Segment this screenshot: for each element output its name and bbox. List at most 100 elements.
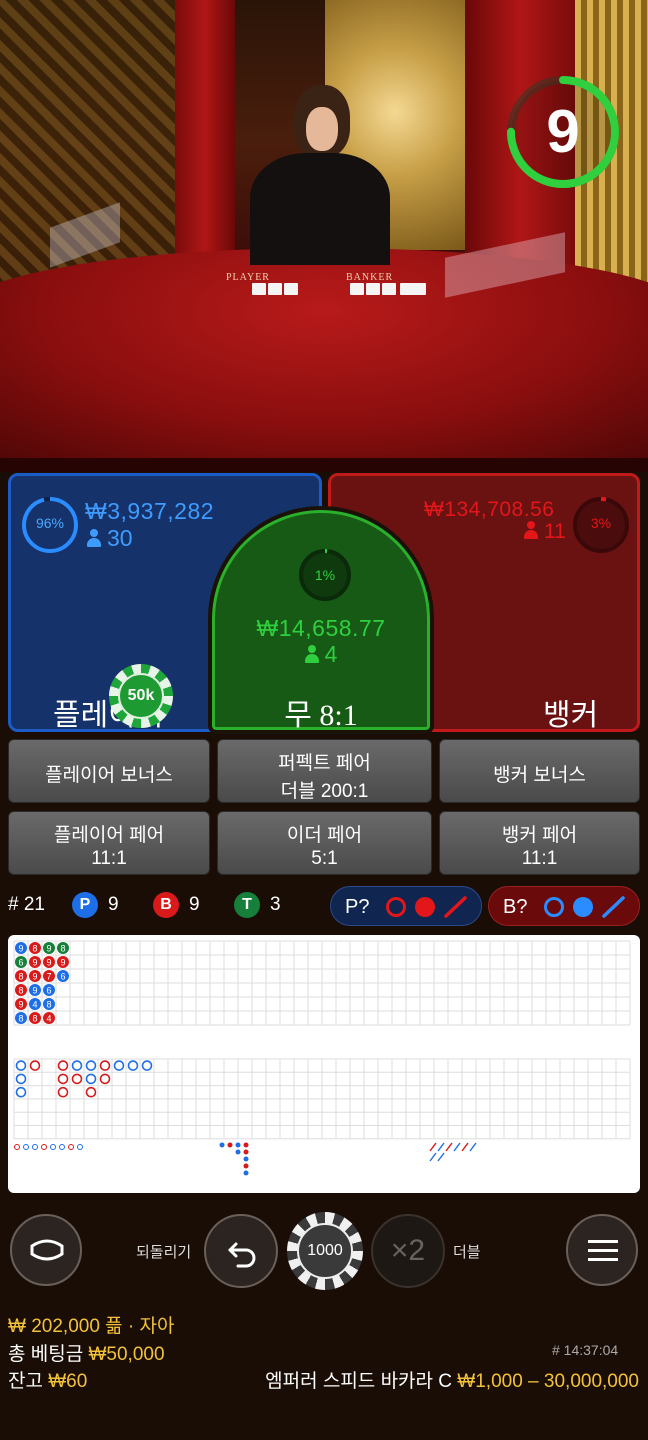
- bead-road-value: 8: [18, 1014, 23, 1024]
- double-button[interactable]: ×2: [371, 1214, 445, 1288]
- player-total-amount: ₩3,937,282: [85, 498, 215, 524]
- big-road-mark: [99, 1060, 111, 1071]
- undo-label: 되돌리기: [136, 1244, 192, 1261]
- bead-road-value: 8: [18, 986, 23, 996]
- timer-value: 9: [546, 98, 580, 165]
- table-banker-label: BANKER: [346, 272, 394, 283]
- big-road-mark: [15, 1073, 27, 1085]
- big-road-mark: [99, 1073, 111, 1085]
- banker-total-amount: ₩134,708.56: [424, 498, 555, 521]
- dealer: [250, 85, 390, 265]
- derived-road-mark: [14, 1144, 20, 1150]
- banker-next-predict-button[interactable]: B?: [488, 886, 640, 926]
- either-pair-button[interactable]: 이더 페어 5:1: [217, 811, 432, 875]
- big-road-mark: [29, 1060, 41, 1071]
- playing-card: [382, 283, 396, 295]
- banker-bettor-count: 11: [524, 520, 566, 544]
- baccarat-table: [0, 248, 648, 458]
- derived-road-mark: [243, 1156, 249, 1162]
- big-road-mark: [85, 1060, 97, 1071]
- derived-road-mark: [59, 1144, 65, 1150]
- table-name: 엠퍼러 스피드 바카라 C: [265, 1371, 453, 1392]
- big-road-mark: [71, 1073, 83, 1085]
- player-bettor-count: 30: [87, 525, 133, 552]
- person-icon: [304, 645, 319, 663]
- betting-area: 96% ₩3,937,282 30 플레이어 50k ₩134,708.56 1…: [0, 472, 648, 734]
- cockroach-road-mark: [453, 1142, 461, 1152]
- derived-road-mark: [50, 1144, 56, 1150]
- predict-road-icons: [386, 896, 467, 918]
- bead-road-value: 9: [32, 986, 37, 996]
- chip-selector[interactable]: 1000: [287, 1212, 363, 1290]
- player-percent: 96%: [35, 515, 65, 531]
- derived-road-mark: [219, 1142, 225, 1148]
- tie-percent: 1%: [314, 567, 336, 583]
- bead-road-value: 6: [18, 958, 23, 968]
- bead-road-value: 9: [32, 972, 37, 982]
- table-view-button[interactable]: [10, 1214, 82, 1286]
- bead-road-value: 8: [18, 972, 23, 982]
- round-number: # 21: [8, 894, 45, 915]
- undo-button[interactable]: [204, 1214, 278, 1288]
- placed-chip: 50k: [109, 664, 173, 728]
- big-road-mark: [71, 1060, 83, 1071]
- derived-road-mark: [77, 1144, 83, 1150]
- big-road-mark: [57, 1086, 69, 1098]
- cockroach-road-mark: [429, 1152, 437, 1162]
- tie-bet-spot[interactable]: 1% ₩14,658.77 4 무 8:1: [208, 506, 434, 734]
- perfect-pair-button[interactable]: 퍼펙트 페어 더블 200:1: [217, 739, 432, 803]
- derived-road-mark: [243, 1149, 249, 1155]
- hamburger-menu-icon: [588, 1240, 618, 1261]
- playing-card: [284, 283, 298, 295]
- banker-bonus-button[interactable]: 뱅커 보너스: [439, 739, 640, 803]
- banker-pair-button[interactable]: 뱅커 페어 11:1: [439, 811, 640, 875]
- player-pair-button[interactable]: 플레이어 페어 11:1: [8, 811, 210, 875]
- big-road-mark: [15, 1060, 27, 1071]
- playing-card: [252, 283, 266, 295]
- big-road-mark: [15, 1086, 27, 1098]
- bead-road-value: 9: [32, 958, 37, 968]
- bead-road-value: 9: [46, 944, 51, 954]
- player-bonus-button[interactable]: 플레이어 보너스: [8, 739, 210, 803]
- round-stats-bar: # 21 P 9 B 9 T 3 P? B?: [0, 884, 648, 926]
- cockroach-road-mark: [469, 1142, 477, 1152]
- banker-wins-badge: B: [153, 892, 179, 918]
- table-info: 엠퍼러 스피드 바카라 C ₩1,000 – 30,000,000: [265, 1366, 639, 1393]
- bead-road-value: 8: [46, 1000, 51, 1010]
- undo-icon: [228, 1242, 256, 1268]
- tie-bettor-count: 4: [212, 641, 430, 668]
- countdown-timer: 9: [505, 74, 621, 190]
- derived-road-mark: [235, 1149, 241, 1155]
- big-road-mark: [127, 1060, 139, 1071]
- cockroach-road-mark: [437, 1142, 445, 1152]
- bead-road-value: 9: [60, 958, 65, 968]
- banker-percent: 3%: [590, 515, 612, 531]
- big-road-mark: [141, 1060, 153, 1071]
- player-next-predict-button[interactable]: P?: [330, 886, 482, 926]
- derived-road-mark: [243, 1142, 249, 1148]
- menu-button[interactable]: [566, 1214, 638, 1286]
- total-bet-label: 총 베팅금: [8, 1344, 84, 1365]
- bead-road-value: 6: [46, 986, 51, 996]
- derived-road-mark: [243, 1170, 249, 1176]
- game-id: # 14:37:04: [552, 1342, 619, 1358]
- bead-road-value: 8: [60, 944, 65, 954]
- person-icon: [87, 529, 101, 547]
- total-bet-row: 총 베팅금 ₩50,000: [8, 1339, 165, 1366]
- big-road-mark: [57, 1060, 69, 1071]
- playing-card: [268, 283, 282, 295]
- table-player-label: PLAYER: [226, 272, 270, 283]
- table-limits: ₩1,000 – 30,000,000: [457, 1371, 639, 1392]
- derived-road-mark: [41, 1144, 47, 1150]
- balance-row: 잔고 ₩60: [8, 1366, 87, 1393]
- roadmap[interactable]: 968898899948997684896: [8, 935, 640, 1193]
- recent-win-ticker: ₩ 202,000 픎 · 자아: [8, 1316, 175, 1337]
- banker-wins-count: 9: [189, 894, 200, 915]
- person-icon: [524, 521, 538, 539]
- playing-card: [400, 283, 426, 295]
- tie-total-amount: ₩14,658.77: [256, 615, 386, 641]
- big-road-mark: [85, 1073, 97, 1085]
- player-wins-count: 9: [108, 894, 119, 915]
- double-label: 더블: [453, 1244, 481, 1261]
- tie-count: 3: [270, 894, 281, 915]
